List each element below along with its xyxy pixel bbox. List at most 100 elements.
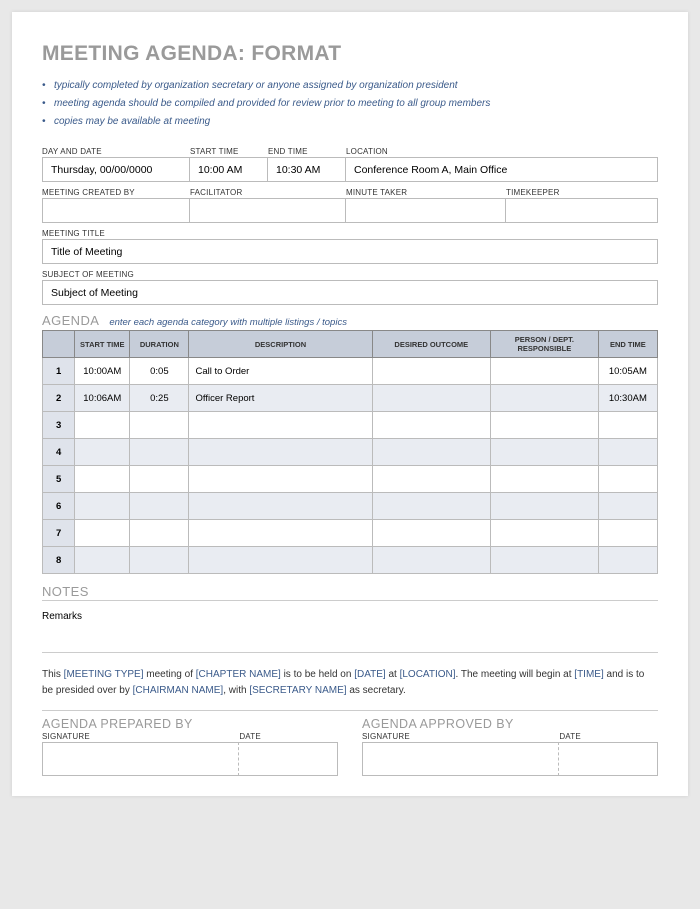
- cell-person[interactable]: [491, 439, 599, 466]
- cell-start[interactable]: 10:06AM: [75, 385, 130, 412]
- label-meeting-title: MEETING TITLE: [42, 229, 658, 238]
- input-approved-date[interactable]: [559, 742, 658, 776]
- instruction-item: meeting agenda should be compiled and pr…: [42, 95, 658, 113]
- cell-start[interactable]: [75, 466, 130, 493]
- table-row: 5: [43, 466, 658, 493]
- label-minute-taker: MINUTE TAKER: [346, 188, 506, 197]
- cell-person[interactable]: [491, 412, 599, 439]
- meeting-info-row-1: DAY AND DATE Thursday, 00/00/0000 START …: [42, 147, 658, 182]
- cell-end[interactable]: 10:05AM: [598, 358, 657, 385]
- col-outcome-header: DESIRED OUTCOME: [372, 331, 490, 358]
- agenda-table: START TIME DURATION DESCRIPTION DESIRED …: [42, 330, 658, 574]
- cell-duration[interactable]: 0:05: [130, 358, 189, 385]
- cell-num: 7: [43, 520, 75, 547]
- input-subject[interactable]: Subject of Meeting: [42, 280, 658, 305]
- cell-num: 3: [43, 412, 75, 439]
- cell-description[interactable]: Officer Report: [189, 385, 372, 412]
- cell-person[interactable]: [491, 520, 599, 547]
- input-minute-taker[interactable]: [346, 198, 506, 223]
- cell-person[interactable]: [491, 358, 599, 385]
- cell-end[interactable]: [598, 466, 657, 493]
- table-row: 7: [43, 520, 658, 547]
- cell-description[interactable]: [189, 547, 372, 574]
- page-title: MEETING AGENDA: FORMAT: [42, 42, 658, 66]
- input-start-time[interactable]: 10:00 AM: [190, 157, 268, 182]
- cell-outcome[interactable]: [372, 493, 490, 520]
- instruction-item: copies may be available at meeting: [42, 113, 658, 131]
- cell-person[interactable]: [491, 547, 599, 574]
- cell-end[interactable]: [598, 493, 657, 520]
- cell-description[interactable]: [189, 439, 372, 466]
- ph-date: [DATE]: [354, 669, 385, 680]
- cell-num: 2: [43, 385, 75, 412]
- col-duration-header: DURATION: [130, 331, 189, 358]
- cell-end[interactable]: [598, 520, 657, 547]
- prepared-by-block: AGENDA PREPARED BY SIGNATURE DATE: [42, 717, 338, 776]
- input-prepared-date[interactable]: [239, 742, 338, 776]
- cell-duration[interactable]: 0:25: [130, 385, 189, 412]
- ph-chapter-name: [CHAPTER NAME]: [196, 669, 281, 680]
- cell-outcome[interactable]: [372, 412, 490, 439]
- col-description-header: DESCRIPTION: [189, 331, 372, 358]
- meeting-title-row: MEETING TITLE Title of Meeting: [42, 229, 658, 264]
- ph-location: [LOCATION]: [400, 669, 456, 680]
- cell-description[interactable]: [189, 520, 372, 547]
- cell-start[interactable]: [75, 412, 130, 439]
- input-created-by[interactable]: [42, 198, 190, 223]
- cell-end[interactable]: 10:30AM: [598, 385, 657, 412]
- input-meeting-title[interactable]: Title of Meeting: [42, 239, 658, 264]
- input-end-time[interactable]: 10:30 AM: [268, 157, 346, 182]
- cell-duration[interactable]: [130, 493, 189, 520]
- ph-secretary: [SECRETARY NAME]: [249, 685, 346, 696]
- input-facilitator[interactable]: [190, 198, 346, 223]
- cell-end[interactable]: [598, 547, 657, 574]
- approved-by-title: AGENDA APPROVED BY: [362, 717, 658, 731]
- prepared-by-title: AGENDA PREPARED BY: [42, 717, 338, 731]
- agenda-title: AGENDA: [42, 313, 99, 328]
- table-row: 6: [43, 493, 658, 520]
- cell-duration[interactable]: [130, 412, 189, 439]
- cell-start[interactable]: [75, 439, 130, 466]
- cell-person[interactable]: [491, 466, 599, 493]
- cell-duration[interactable]: [130, 466, 189, 493]
- cell-outcome[interactable]: [372, 358, 490, 385]
- cell-num: 6: [43, 493, 75, 520]
- subject-row: SUBJECT OF MEETING Subject of Meeting: [42, 270, 658, 305]
- input-day-date[interactable]: Thursday, 00/00/0000: [42, 157, 190, 182]
- cell-start[interactable]: [75, 547, 130, 574]
- cell-duration[interactable]: [130, 520, 189, 547]
- notes-body[interactable]: Remarks: [42, 603, 658, 653]
- input-timekeeper[interactable]: [506, 198, 658, 223]
- cell-outcome[interactable]: [372, 547, 490, 574]
- label-start-time: START TIME: [190, 147, 268, 156]
- cell-duration[interactable]: [130, 439, 189, 466]
- cell-person[interactable]: [491, 385, 599, 412]
- cell-outcome[interactable]: [372, 385, 490, 412]
- agenda-hint: enter each agenda category with multiple…: [109, 317, 347, 328]
- ph-meeting-type: [MEETING TYPE]: [64, 669, 144, 680]
- label-approved-signature: SIGNATURE: [362, 732, 559, 741]
- col-person-header: PERSON / DEPT. RESPONSIBLE: [491, 331, 599, 358]
- label-day-date: DAY AND DATE: [42, 147, 190, 156]
- label-created-by: MEETING CREATED BY: [42, 188, 190, 197]
- cell-num: 8: [43, 547, 75, 574]
- cell-person[interactable]: [491, 493, 599, 520]
- cell-description[interactable]: [189, 493, 372, 520]
- instructions-list: typically completed by organization secr…: [42, 77, 658, 131]
- cell-start[interactable]: [75, 493, 130, 520]
- cell-description[interactable]: [189, 466, 372, 493]
- input-approved-signature[interactable]: [362, 742, 559, 776]
- cell-description[interactable]: [189, 412, 372, 439]
- ph-chairman: [CHAIRMAN NAME]: [133, 685, 224, 696]
- cell-end[interactable]: [598, 439, 657, 466]
- cell-outcome[interactable]: [372, 466, 490, 493]
- input-prepared-signature[interactable]: [42, 742, 239, 776]
- cell-outcome[interactable]: [372, 520, 490, 547]
- cell-start[interactable]: [75, 520, 130, 547]
- cell-duration[interactable]: [130, 547, 189, 574]
- input-location[interactable]: Conference Room A, Main Office: [346, 157, 658, 182]
- cell-end[interactable]: [598, 412, 657, 439]
- cell-start[interactable]: 10:00AM: [75, 358, 130, 385]
- cell-description[interactable]: Call to Order: [189, 358, 372, 385]
- cell-outcome[interactable]: [372, 439, 490, 466]
